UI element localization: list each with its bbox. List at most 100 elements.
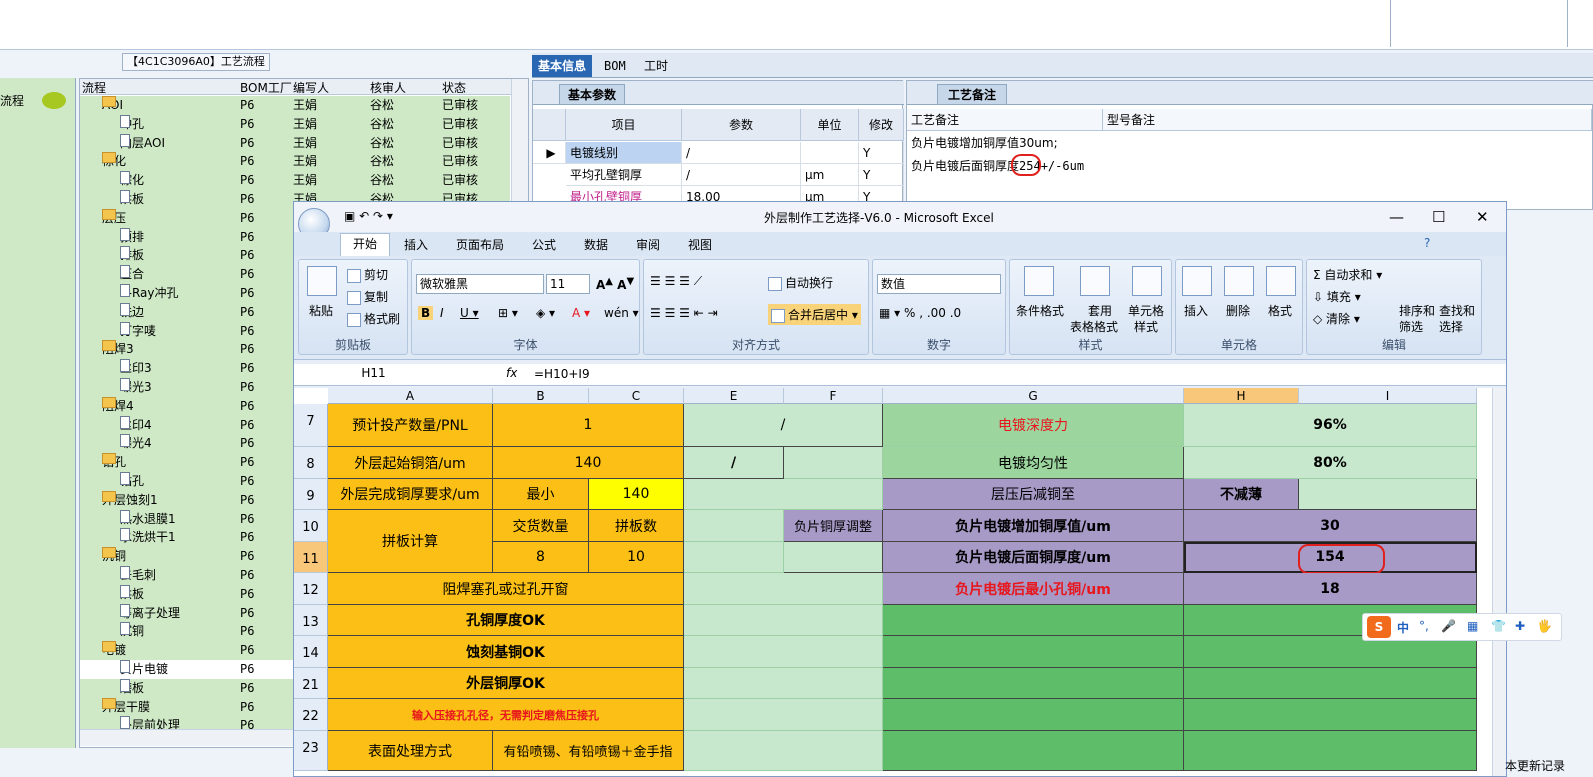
col-header-F[interactable]: F (784, 388, 883, 404)
cell-H9[interactable]: 不减薄 (1184, 479, 1299, 510)
tree-node-label[interactable]: 等离子处理 (120, 603, 180, 623)
cell-E9[interactable] (684, 479, 883, 510)
cell-B11[interactable]: 8 (493, 542, 589, 573)
row-header[interactable]: 8 (294, 447, 328, 479)
cell-F11[interactable] (784, 542, 883, 573)
font-size-select[interactable]: 11 (546, 274, 590, 294)
tree-node-label[interactable]: 钻孔 (120, 472, 144, 491)
tree-node-label[interactable]: 热水退膜1 (120, 509, 176, 529)
tab-formulas[interactable]: 公式 (532, 236, 556, 253)
param-item-cell[interactable]: 平均孔壁铜厚 (566, 164, 682, 186)
cell-H8[interactable]: 80% (1184, 447, 1477, 479)
row-header[interactable]: 13 (294, 605, 328, 636)
tab-home[interactable]: 开始 (340, 233, 391, 256)
cell-E23[interactable] (684, 731, 883, 771)
fill-color-button[interactable]: ◈ ▾ (536, 306, 555, 320)
tree-row[interactable]: −棕化 P6 王娟 谷松 已审核 (80, 152, 510, 172)
punctuation-icon[interactable]: °, (1419, 619, 1429, 633)
table-format-button-line1[interactable]: 套用 (1088, 302, 1112, 319)
cell-A23[interactable]: 表面处理方式 (328, 731, 493, 771)
settings-icon[interactable]: 🖐 (1537, 619, 1552, 633)
keyboard-icon[interactable]: ▦ (1467, 619, 1478, 633)
tree-node-label[interactable]: −层压 (102, 208, 126, 228)
fx-icon[interactable]: fx (506, 366, 517, 380)
format-cells-icon[interactable] (1266, 266, 1296, 296)
tab-basic-params[interactable]: 基本参数 (559, 84, 626, 104)
cell-C9[interactable]: 140 (589, 479, 684, 510)
tree-node-label[interactable]: −外层蚀刻1 (102, 490, 158, 510)
phonetic-button[interactable]: wén ▾ (604, 306, 639, 320)
tree-node-label[interactable]: 水洗烘干1 (120, 528, 176, 547)
cell-G12[interactable]: 负片电镀后最小孔铜/um (883, 573, 1184, 605)
paste-icon[interactable] (307, 266, 337, 296)
cell-B10[interactable]: 交货数量 (493, 510, 589, 542)
cell-G23[interactable] (883, 731, 1184, 771)
delete-cells-icon[interactable] (1224, 266, 1254, 296)
format-painter-button[interactable]: 格式刷 (347, 310, 400, 327)
border-button[interactable]: ⊞ ▾ (498, 306, 518, 320)
cell-G22[interactable] (883, 699, 1184, 731)
col-header-process-remark[interactable]: 工艺备注 (907, 109, 1103, 131)
col-header-status[interactable]: 状态 (442, 79, 466, 96)
clear-button[interactable]: ◇ 清除 ▾ (1313, 310, 1360, 327)
param-mod-cell[interactable]: Y (859, 164, 904, 186)
cell-G7[interactable]: 电镀深度力 (883, 404, 1184, 447)
cell-C10[interactable]: 拼板数 (589, 510, 684, 542)
row-header[interactable]: 12 (294, 573, 328, 605)
cell-G21[interactable] (883, 668, 1184, 699)
left-nav-strip[interactable]: 流程 (0, 78, 76, 748)
conditional-format-button[interactable]: 条件格式 (1016, 302, 1064, 319)
col-header-I[interactable]: I (1299, 388, 1477, 404)
param-mod-cell[interactable]: Y (859, 142, 904, 164)
vertical-align-buttons[interactable]: ☰ ☰ ☰ ⟋ (650, 274, 702, 289)
cell-A7[interactable]: 预计投产数量/PNL (328, 404, 493, 447)
tab-insert[interactable]: 插入 (404, 236, 428, 253)
tree-node-label[interactable]: −棕化 (102, 152, 126, 171)
col-header-writer[interactable]: 编写人 (293, 79, 329, 96)
cell-A21[interactable]: 外层铜厚OK (328, 668, 684, 699)
tree-row[interactable]: −AOI P6 王娟 谷松 已审核 (80, 96, 510, 115)
cell-F10[interactable]: 负片铜厚调整 (784, 510, 883, 542)
cell-B9[interactable]: 最小 (493, 479, 589, 510)
tree-node-label[interactable]: 负片电镀 (120, 660, 168, 679)
tree-node-label[interactable]: −阻焊3 (102, 340, 134, 359)
sort-filter-button-line1[interactable]: 排序和 (1399, 302, 1435, 319)
cell-H7[interactable]: 96% (1184, 404, 1477, 447)
table-format-button-line2[interactable]: 表格格式 (1070, 318, 1118, 335)
cell-F8[interactable] (784, 447, 883, 479)
tab-view[interactable]: 视图 (688, 236, 712, 253)
cell-H12[interactable]: 18 (1184, 573, 1477, 605)
tree-node-label[interactable]: −外层干膜 (102, 697, 150, 717)
col-header-factory[interactable]: BOM工厂 (240, 79, 292, 96)
format-cells-button[interactable]: 格式 (1268, 302, 1292, 319)
skin-icon[interactable]: 👕 (1491, 619, 1506, 633)
tree-node-label[interactable]: 去毛刺 (120, 566, 156, 585)
cell-H10[interactable]: 30 (1184, 510, 1477, 542)
tree-node-label[interactable]: X-Ray冲孔 (120, 284, 178, 303)
insert-cells-button[interactable]: 插入 (1184, 302, 1208, 319)
italic-button[interactable]: I (440, 306, 444, 320)
tree-node-label[interactable]: 沉铜 (120, 622, 144, 641)
col-header-unit[interactable]: 单位 (801, 109, 859, 141)
font-name-select[interactable]: 微软雅黑 (416, 274, 544, 294)
col-header-E[interactable]: E (684, 388, 784, 404)
ime-toolbar[interactable]: S 中 °, 🎤 ▦ 👕 ✚ 🖐 (1362, 613, 1562, 641)
tab-review[interactable]: 审阅 (636, 236, 660, 253)
formula-input[interactable]: =H10+I9 (534, 367, 590, 381)
col-header-B[interactable]: B (493, 388, 589, 404)
tree-node-label[interactable]: 磨板 (120, 678, 144, 698)
col-header-flow[interactable]: 流程 (82, 79, 106, 96)
param-unit-cell[interactable] (801, 142, 859, 164)
cell-A13[interactable]: 孔铜厚度OK (328, 605, 684, 636)
tree-node-label[interactable]: −阻焊4 (102, 396, 134, 416)
conditional-format-icon[interactable] (1024, 266, 1054, 296)
minimize-icon[interactable]: — (1389, 208, 1404, 226)
tree-node-label[interactable]: 打字唛 (120, 321, 156, 341)
cell-E10[interactable] (684, 510, 784, 542)
row-header[interactable]: 11 (294, 542, 328, 573)
close-icon[interactable]: ✕ (1476, 208, 1489, 226)
cell-G10[interactable]: 负片电镀增加铜厚值/um (883, 510, 1184, 542)
cell-A22[interactable]: 输入压接孔孔径，无需判定磨焦压接孔 (328, 699, 684, 731)
number-format-select[interactable]: 数值 (877, 274, 1001, 294)
cell-B23[interactable]: 有铅喷锡、有铅喷锡＋金手指 (493, 731, 684, 771)
